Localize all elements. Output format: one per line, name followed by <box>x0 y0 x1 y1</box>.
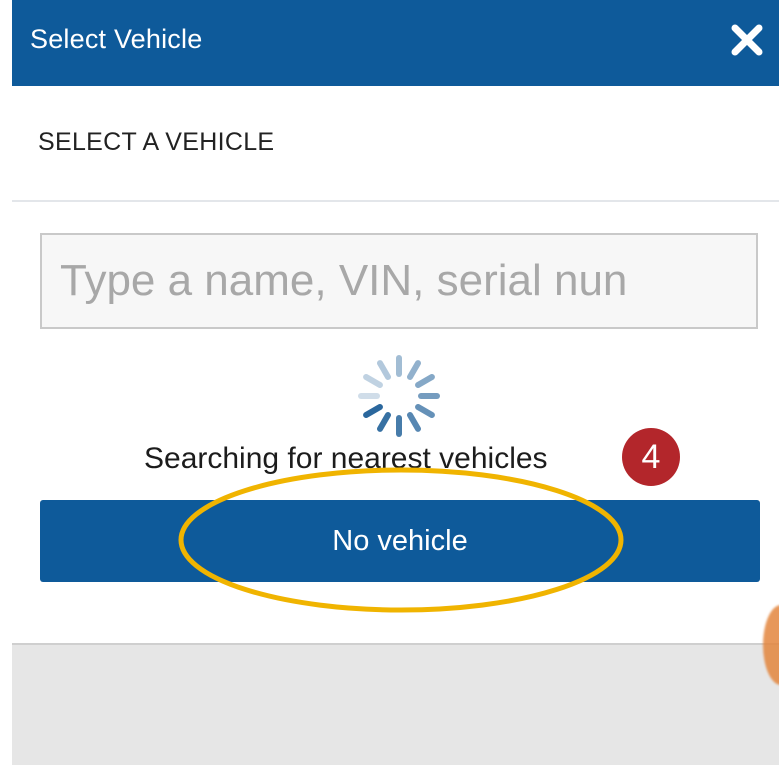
no-vehicle-button[interactable]: No vehicle <box>40 500 760 582</box>
background-overlay <box>12 645 779 765</box>
dialog-title: Select Vehicle <box>30 24 203 54</box>
spinner-tick <box>407 360 421 380</box>
spinner-tick <box>377 412 391 432</box>
dialog-subheader: SELECT A VEHICLE <box>12 86 779 202</box>
mobile-screen: Select Vehicle SELECT A VEHICLE Searchin… <box>0 0 779 765</box>
spinner-tick <box>377 360 391 380</box>
searching-status-text: Searching for nearest vehicles <box>144 442 548 475</box>
spinner-tick <box>363 374 383 388</box>
spinner-tick <box>363 404 383 418</box>
close-icon[interactable] <box>729 22 765 58</box>
dialog-header: Select Vehicle <box>12 0 779 86</box>
loading-spinner-icon <box>358 355 440 437</box>
spinner-tick <box>415 404 435 418</box>
vehicle-search-input[interactable] <box>40 233 758 329</box>
spinner-tick <box>407 412 421 432</box>
step-number-badge: 4 <box>622 428 680 486</box>
spinner-tick <box>415 374 435 388</box>
section-heading: SELECT A VEHICLE <box>38 128 275 156</box>
